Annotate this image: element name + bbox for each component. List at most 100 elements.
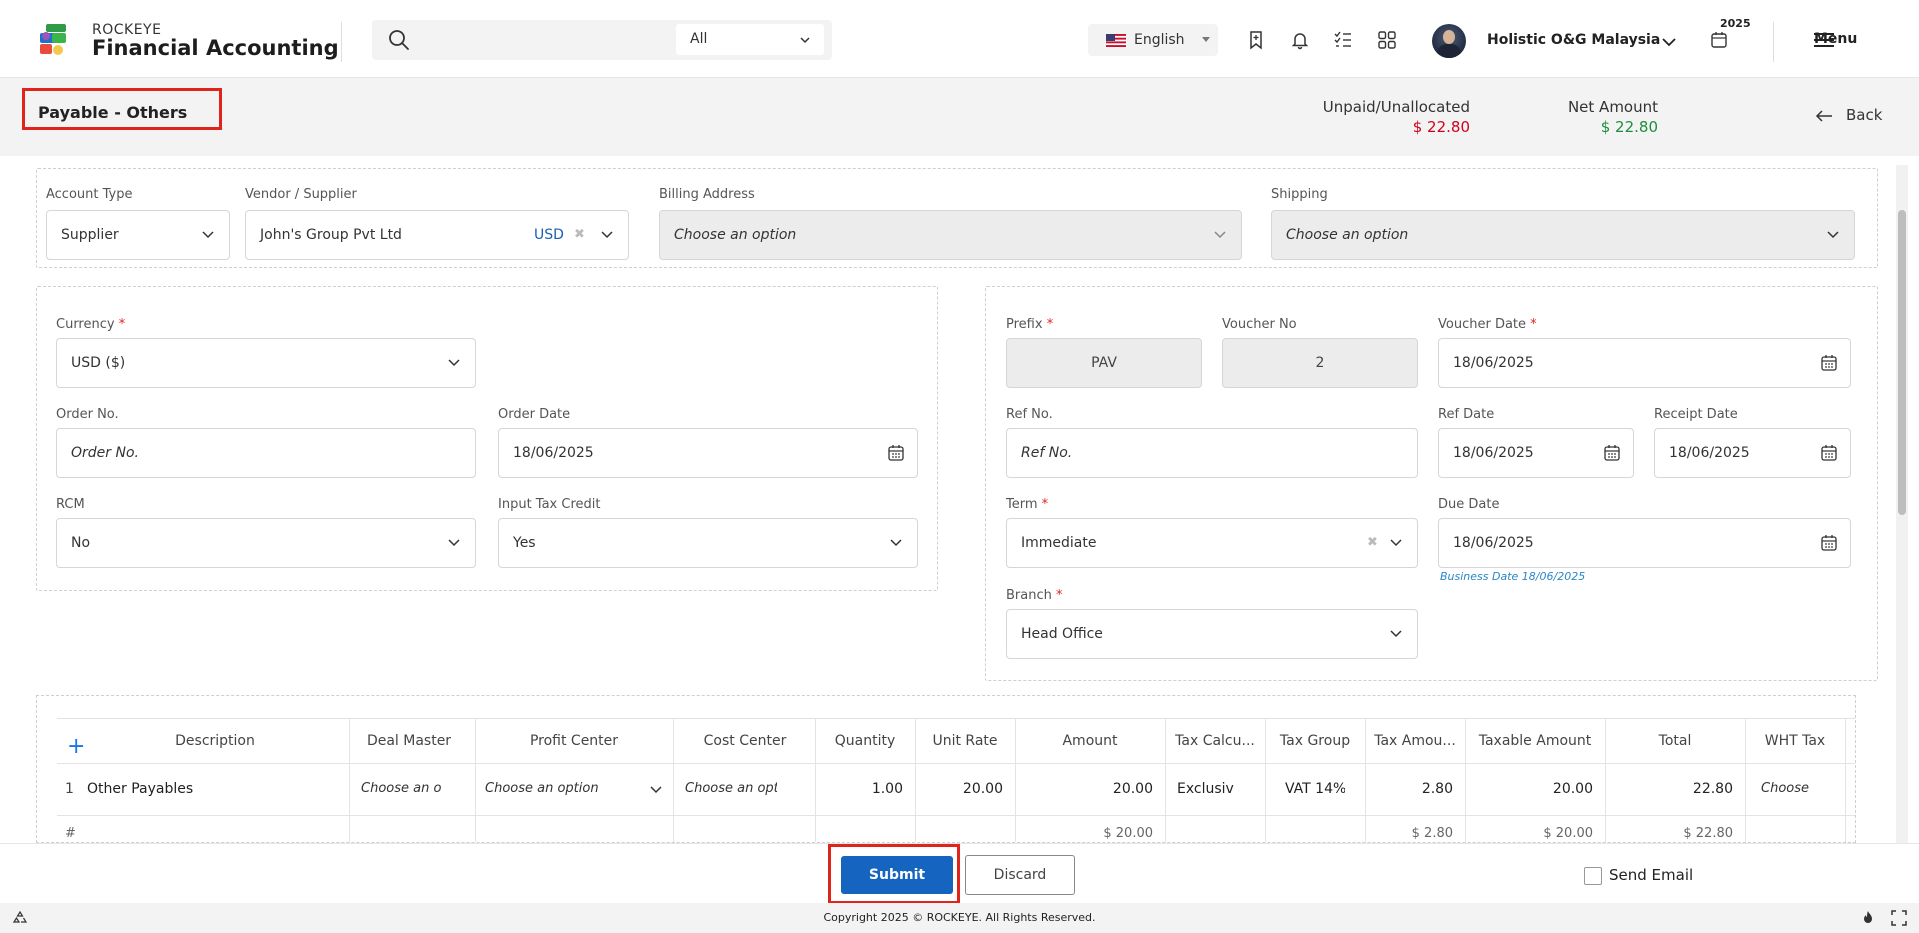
calendar-icon[interactable] xyxy=(1820,444,1838,462)
send-email-label[interactable]: Send Email xyxy=(1609,866,1693,884)
search-filter-select[interactable]: All xyxy=(676,24,824,55)
line-items-table: + Description Deal Master Profit Center … xyxy=(36,695,1856,843)
copyright-text: Copyright 2025 © ROCKEYE. All Rights Res… xyxy=(823,911,1096,924)
prefix-value: PAV xyxy=(1091,355,1117,371)
footer-taxable-amount: $ 20.00 xyxy=(1543,826,1593,841)
ref-date-input[interactable]: 18/06/2025 xyxy=(1438,428,1634,478)
rcm-value: No xyxy=(71,535,91,551)
calendar-icon[interactable] xyxy=(1603,444,1621,462)
receipt-date-input[interactable]: 18/06/2025 xyxy=(1654,428,1851,478)
row-cost-center-select[interactable]: Choose an opti xyxy=(685,781,777,796)
table-header-row: Description Deal Master Profit Center Co… xyxy=(57,718,1855,764)
chevron-down-icon xyxy=(202,231,214,239)
column-divider xyxy=(1165,718,1166,842)
input-tax-credit-value: Yes xyxy=(513,535,536,551)
account-type-select[interactable]: Supplier xyxy=(46,210,230,260)
row-description[interactable]: Other Payables xyxy=(87,781,193,797)
ref-no-label: Ref No. xyxy=(1006,407,1053,422)
column-header-profit-center: Profit Center xyxy=(529,733,619,749)
ref-no-input[interactable]: Ref No. xyxy=(1006,428,1418,478)
row-profit-center-select[interactable]: Choose an option xyxy=(485,781,599,796)
page-scrollbar-thumb[interactable] xyxy=(1898,210,1906,515)
company-name[interactable]: Holistic O&G Malaysia xyxy=(1487,32,1660,48)
us-flag-icon xyxy=(1106,34,1126,47)
flame-icon[interactable] xyxy=(1860,910,1876,926)
page-title-highlight: Payable - Others xyxy=(22,88,222,130)
term-value: Immediate xyxy=(1021,535,1097,551)
required-marker: * xyxy=(1041,497,1049,512)
order-date-input[interactable]: 18/06/2025 xyxy=(498,428,918,478)
bookmark-icon[interactable] xyxy=(1246,30,1266,50)
prefix-label: Prefix * xyxy=(1006,317,1053,332)
avatar[interactable] xyxy=(1432,24,1466,58)
chevron-down-icon xyxy=(601,231,613,239)
financial-year: 2025 xyxy=(1720,17,1751,30)
row-taxable-amount: 20.00 xyxy=(1552,781,1593,797)
chevron-down-icon xyxy=(1390,630,1402,638)
rcm-select[interactable]: No xyxy=(56,518,476,568)
voucher-date-input[interactable]: 18/06/2025 xyxy=(1438,338,1851,388)
send-email-checkbox[interactable] xyxy=(1584,867,1602,885)
input-tax-credit-select[interactable]: Yes xyxy=(498,518,918,568)
currency-label-text: Currency xyxy=(56,317,115,332)
discard-button[interactable]: Discard xyxy=(965,855,1075,895)
row-tax-group-select[interactable]: VAT 14% xyxy=(1285,781,1345,797)
input-tax-credit-label: Input Tax Credit xyxy=(498,497,601,512)
vendor-value: John's Group Pvt Ltd xyxy=(260,227,402,243)
row-deal-master-select[interactable]: Choose an o xyxy=(361,781,447,796)
column-header-tax-amount: Tax Amou... xyxy=(1374,733,1456,749)
rcm-label: RCM xyxy=(56,497,85,512)
chevron-down-icon xyxy=(1390,539,1402,547)
table-row[interactable]: 1 Other Payables Choose an o Choose an o… xyxy=(57,764,1855,816)
chevron-down-icon xyxy=(448,359,460,367)
row-wht-tax-select[interactable]: Choose xyxy=(1761,781,1817,796)
column-divider xyxy=(915,718,916,842)
row-tax-calc-select[interactable]: Exclusiv xyxy=(1177,781,1249,797)
account-type-value: Supplier xyxy=(61,227,119,243)
column-divider xyxy=(1465,718,1466,842)
due-date-input[interactable]: 18/06/2025 xyxy=(1438,518,1851,568)
voucher-date-label: Voucher Date * xyxy=(1438,317,1537,332)
calendar-icon[interactable] xyxy=(1820,354,1838,372)
currency-select[interactable]: USD ($) xyxy=(56,338,476,388)
required-marker: * xyxy=(118,317,126,332)
shipping-select[interactable]: Choose an option xyxy=(1271,210,1855,260)
order-date-label: Order Date xyxy=(498,407,571,422)
column-header-taxable-amount: Taxable Amount xyxy=(1478,733,1592,749)
checklist-icon[interactable] xyxy=(1333,30,1353,50)
column-header-total: Total xyxy=(1658,733,1692,749)
vendor-select[interactable]: John's Group Pvt Ltd USD ✖ xyxy=(245,210,629,260)
column-header-cost-center: Cost Center xyxy=(703,733,787,749)
apps-grid-icon[interactable] xyxy=(1377,30,1397,50)
column-header-description: Description xyxy=(175,733,255,749)
currency-label: Currency * xyxy=(56,317,125,332)
fullscreen-icon[interactable] xyxy=(1891,910,1907,926)
calendar-icon[interactable] xyxy=(887,444,905,462)
calendar-year-icon[interactable] xyxy=(1710,31,1728,49)
chevron-down-icon xyxy=(1214,231,1226,239)
language-select[interactable]: English xyxy=(1088,24,1218,56)
divider xyxy=(1773,22,1774,62)
clear-icon[interactable]: ✖ xyxy=(1367,535,1378,550)
row-unit-rate[interactable]: 20.00 xyxy=(915,781,1003,797)
row-quantity[interactable]: 1.00 xyxy=(815,781,903,797)
search-icon[interactable] xyxy=(388,29,410,51)
clear-icon[interactable]: ✖ xyxy=(574,227,585,242)
company-chevron-down-icon[interactable] xyxy=(1660,33,1678,51)
back-button[interactable]: Back xyxy=(1846,106,1882,124)
global-search[interactable]: All xyxy=(372,20,832,60)
bell-icon[interactable] xyxy=(1290,30,1310,50)
column-divider xyxy=(1605,718,1606,842)
ref-date-value: 18/06/2025 xyxy=(1453,445,1534,461)
footer-hash: # xyxy=(65,826,76,841)
prefix-label-text: Prefix xyxy=(1006,317,1043,332)
submit-button[interactable]: Submit xyxy=(841,856,953,894)
calendar-icon[interactable] xyxy=(1820,534,1838,552)
unpaid-label: Unpaid/Unallocated xyxy=(1322,98,1470,116)
term-select[interactable]: Immediate ✖ xyxy=(1006,518,1418,568)
voucher-no-label: Voucher No xyxy=(1222,317,1297,332)
branch-select[interactable]: Head Office xyxy=(1006,609,1418,659)
order-no-input[interactable]: Order No. xyxy=(56,428,476,478)
arrow-left-icon[interactable] xyxy=(1814,108,1834,124)
billing-address-select[interactable]: Choose an option xyxy=(659,210,1242,260)
